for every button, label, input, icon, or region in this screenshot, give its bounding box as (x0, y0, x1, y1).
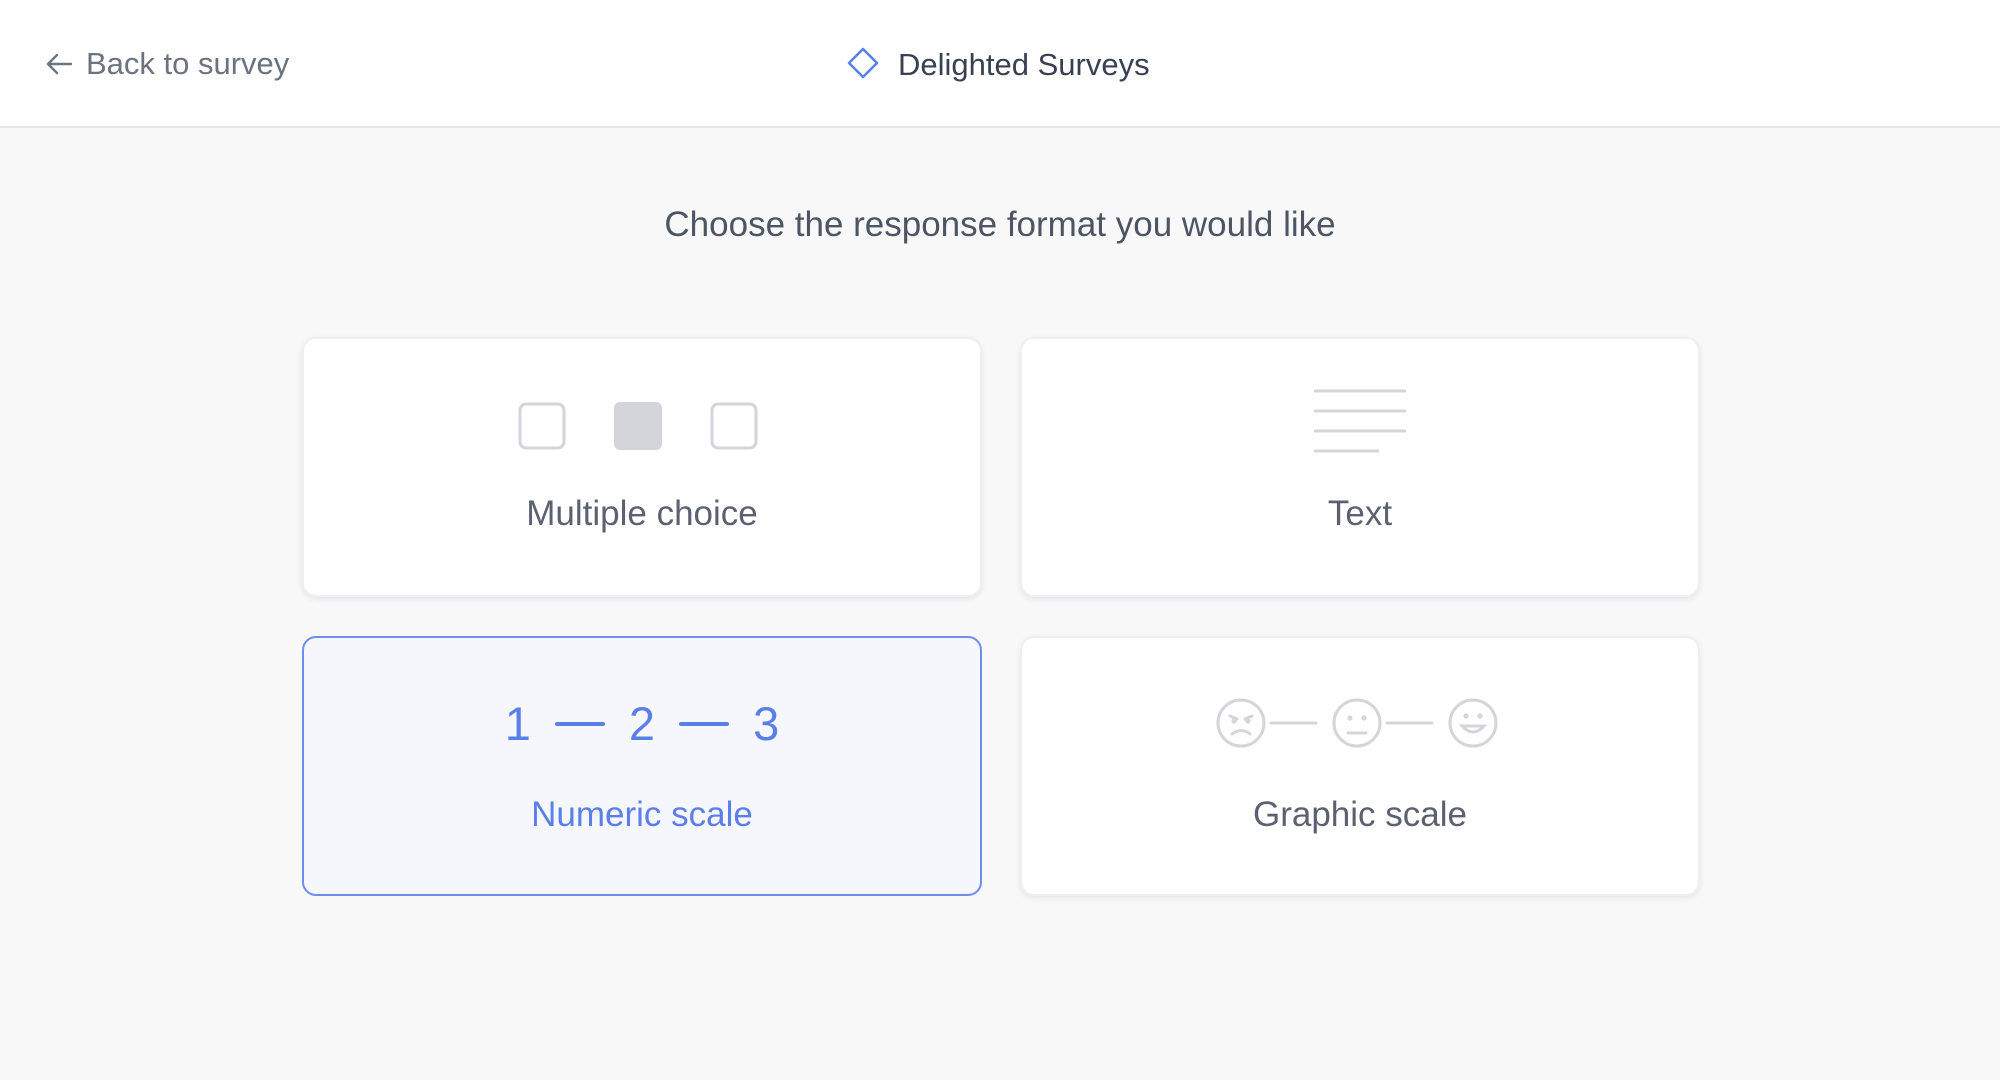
option-label: Text (1327, 494, 1393, 533)
scale-number: 2 (628, 697, 656, 750)
arrow-left-icon (44, 49, 74, 79)
text-lines-icon (1022, 389, 1698, 455)
option-card-multiple-choice[interactable]: Multiple choice (302, 337, 982, 597)
brand: Delighted Surveys (846, 40, 1150, 90)
option-label: Multiple choice (526, 494, 758, 533)
diamond-logo-icon (846, 46, 880, 85)
brand-name: Delighted Surveys (898, 47, 1150, 82)
numeric-scale-icon: 1 2 3 (304, 696, 980, 751)
option-label: Numeric scale (531, 795, 753, 834)
back-link-label: Back to survey (86, 46, 290, 81)
scale-number: 1 (504, 697, 531, 750)
graphic-scale-icon (1022, 696, 1698, 750)
multiple-choice-icon (304, 401, 980, 453)
back-to-survey-link[interactable]: Back to survey (44, 40, 289, 88)
scale-dash (554, 721, 605, 726)
option-label: Graphic scale (1253, 795, 1467, 834)
top-bar: Back to survey Delighted Surveys (0, 0, 2000, 128)
option-card-graphic-scale[interactable]: Graphic scale (1020, 636, 1700, 896)
scale-dash (679, 721, 730, 726)
option-card-text[interactable]: Text (1020, 337, 1700, 597)
page-prompt: Choose the response format you would lik… (664, 205, 1336, 244)
scale-number: 3 (753, 697, 780, 750)
option-card-numeric-scale[interactable]: 1 2 3 Numeric scale (302, 636, 982, 896)
